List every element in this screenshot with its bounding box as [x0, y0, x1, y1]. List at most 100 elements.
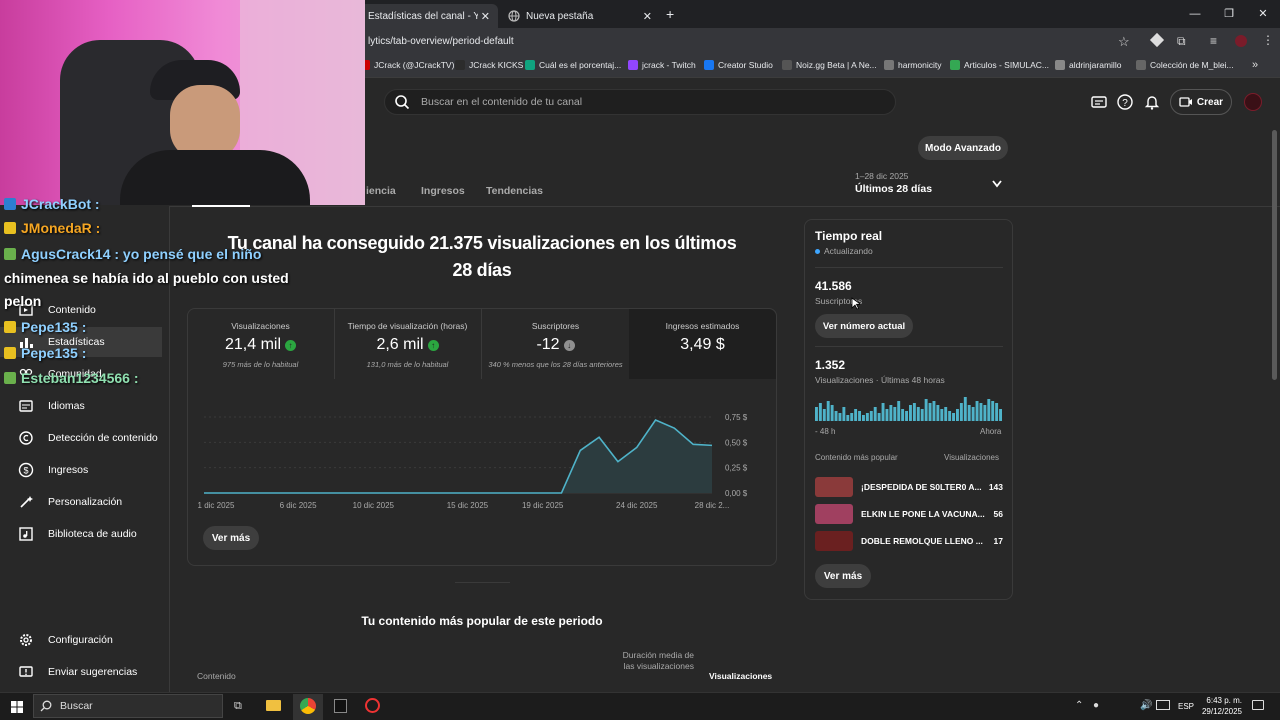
updating-label: Actualizando [824, 246, 873, 256]
notifications-icon[interactable] [1252, 700, 1264, 710]
popular-item[interactable]: ¡DESPEDIDA DE S0LTER0 A... 143 [815, 476, 1003, 498]
page-title: Tu canal ha conseguido 21.375 visualizac… [227, 233, 737, 280]
chevron-down-icon[interactable] [991, 179, 1003, 189]
sidebar-item[interactable]: $ Ingresos [18, 460, 88, 480]
sidebar-item[interactable]: Enviar sugerencias [18, 662, 137, 682]
close-window-icon[interactable]: ✕ [1246, 0, 1280, 28]
search-input[interactable]: Buscar en el contenido de tu canal [384, 89, 896, 115]
mic-icon[interactable]: ● [1093, 700, 1099, 711]
bookmark-item[interactable]: aldrinjaramillo [1055, 60, 1121, 70]
realtime-views-label: Visualizaciones · Últimas 48 horas [815, 375, 945, 385]
metric-tile[interactable]: Tiempo de visualización (horas) 2,6 mil ↑ 1… [334, 309, 481, 379]
more-bookmarks-icon[interactable]: » [1252, 59, 1258, 71]
x-tick-label: 28 dic 2... [695, 501, 730, 510]
sidebar-item[interactable]: Biblioteca de audio [18, 524, 137, 544]
tray-chevron-icon[interactable]: ⌃ [1075, 700, 1083, 711]
tab-audience[interactable]: iencia [366, 185, 396, 197]
windows-start-icon[interactable] [11, 701, 23, 713]
popular-item[interactable]: ELKIN LE PONE LA VACUNA... 56 [815, 503, 1003, 525]
popular-item[interactable]: DOBLE REMOLQUE LLENO ... 17 [815, 530, 1003, 552]
col-avg-duration[interactable]: Duración media de las visualizaciones [620, 650, 694, 672]
restore-icon[interactable]: ❐ [1212, 0, 1246, 28]
tab-new-tab[interactable]: Nueva pestaña ✕ [500, 4, 660, 28]
obs-icon[interactable] [365, 698, 380, 713]
sidebar-item[interactable]: Idiomas [18, 396, 85, 416]
dollar-icon: $ [18, 462, 34, 478]
new-tab-button[interactable]: + [666, 6, 674, 22]
bookmark-star-icon[interactable]: ☆ [1118, 34, 1130, 50]
bookmark-item[interactable]: Colección de M_blei... [1136, 60, 1234, 70]
realtime-bar [818, 403, 822, 421]
media-icon[interactable]: ≡ [1210, 34, 1217, 48]
realtime-bar [959, 403, 963, 421]
subtitles-header-icon[interactable] [1090, 93, 1108, 111]
bookmark-item[interactable]: JCrack KICKS [455, 60, 523, 70]
y-tick-label: 0,75 $ [725, 413, 748, 422]
metric-value-row: 21,4 mil ↑ [187, 336, 334, 354]
x-tick-label: 24 dic 2025 [616, 501, 658, 510]
bookmark-item[interactable]: harmonicity [884, 60, 941, 70]
realtime-bar [956, 409, 959, 421]
axis-start-label: - 48 h [815, 427, 836, 436]
task-view-icon[interactable]: ⧉ [234, 700, 242, 713]
date-range-select[interactable]: Últimos 28 días [855, 183, 932, 195]
chat-message: chimenea se había ido al pueblo con uste… [4, 270, 289, 286]
profile-avatar[interactable] [1235, 35, 1247, 47]
realtime-bar [999, 409, 1002, 421]
realtime-bar [991, 401, 995, 421]
realtime-bar [975, 401, 979, 421]
sidebar-label: Configuración [48, 634, 113, 646]
volume-icon[interactable]: 🔊 [1140, 700, 1152, 711]
close-tab-icon[interactable]: ✕ [481, 10, 490, 23]
tab-trends[interactable]: Tendencias [486, 185, 543, 197]
clock[interactable]: 6:43 p. m. 29/12/2025 [1190, 695, 1242, 717]
realtime-bar [893, 407, 897, 421]
see-current-button[interactable]: Ver número actual [815, 314, 913, 338]
bookmark-label: JCrack KICKS [469, 60, 524, 70]
chat-message: pelon [4, 293, 41, 309]
svg-text:?: ? [1122, 98, 1128, 109]
tab-analytics[interactable]: Estadísticas del canal - YouTube ✕ [360, 4, 498, 28]
realtime-see-more-button[interactable]: Ver más [815, 564, 871, 588]
metric-tile[interactable]: Visualizaciones 21,4 mil ↑ 975 más de lo ha… [187, 309, 334, 379]
col-views[interactable]: Visualizaciones [709, 671, 772, 681]
channel-avatar[interactable] [1244, 93, 1262, 111]
chat-message: AgusCrack14 : yo pensé que el niño [4, 246, 261, 262]
bookmark-item[interactable]: jcrack - Twitch [628, 60, 696, 70]
realtime-bar [850, 413, 854, 421]
tab-revenue[interactable]: Ingresos [421, 185, 465, 197]
minimize-icon[interactable]: — [1178, 0, 1212, 28]
bookmark-item[interactable]: Creator Studio [704, 60, 773, 70]
see-more-button[interactable]: Ver más [203, 526, 259, 550]
sidebar-item[interactable]: Detección de contenido [18, 428, 158, 448]
kebab-menu-icon[interactable]: ⋮ [1262, 33, 1274, 47]
epic-games-icon[interactable] [334, 699, 347, 713]
date: 29/12/2025 [1201, 707, 1242, 716]
metric-tile[interactable]: Ingresos estimados 3,49 $ [629, 309, 776, 379]
scrollbar[interactable] [1272, 130, 1277, 380]
svg-text:$: $ [23, 466, 28, 476]
sidebar-item[interactable]: Personalización [18, 492, 122, 512]
keyboard-icon[interactable] [1156, 700, 1170, 710]
popular-content-label: Contenido más popular [815, 453, 898, 462]
bookmark-item[interactable]: JCrack (@JCrackTV)... [360, 60, 462, 70]
help-icon[interactable]: ? [1116, 93, 1134, 111]
chrome-icon[interactable] [300, 698, 316, 714]
url-field[interactable]: lytics/tab-overview/period-default [368, 36, 514, 47]
metric-tile[interactable]: Suscriptores -12 ↓ 340 % menos que los 28 d… [482, 309, 629, 379]
puzzle-icon[interactable]: ⧉ [1177, 34, 1186, 49]
divider [815, 267, 1003, 268]
realtime-bar [877, 413, 881, 421]
create-button[interactable]: Crear [1170, 89, 1232, 115]
sidebar-item[interactable]: Configuración [18, 630, 113, 650]
close-tab-icon[interactable]: ✕ [643, 10, 652, 23]
bookmark-item[interactable]: Cuál es el porcentaj... [525, 60, 621, 70]
bell-icon[interactable] [1143, 93, 1161, 111]
realtime-bar [932, 401, 936, 421]
taskbar-search-input[interactable]: Buscar [33, 694, 223, 718]
advanced-mode-button[interactable]: Modo Avanzado [918, 136, 1008, 160]
bookmark-item[interactable]: Noiz.gg Beta | A Ne... [782, 60, 877, 70]
bookmark-item[interactable]: Articulos - SIMULAC... [950, 60, 1049, 70]
file-explorer-icon[interactable] [266, 700, 281, 711]
x-tick-label: 10 dic 2025 [353, 501, 395, 510]
